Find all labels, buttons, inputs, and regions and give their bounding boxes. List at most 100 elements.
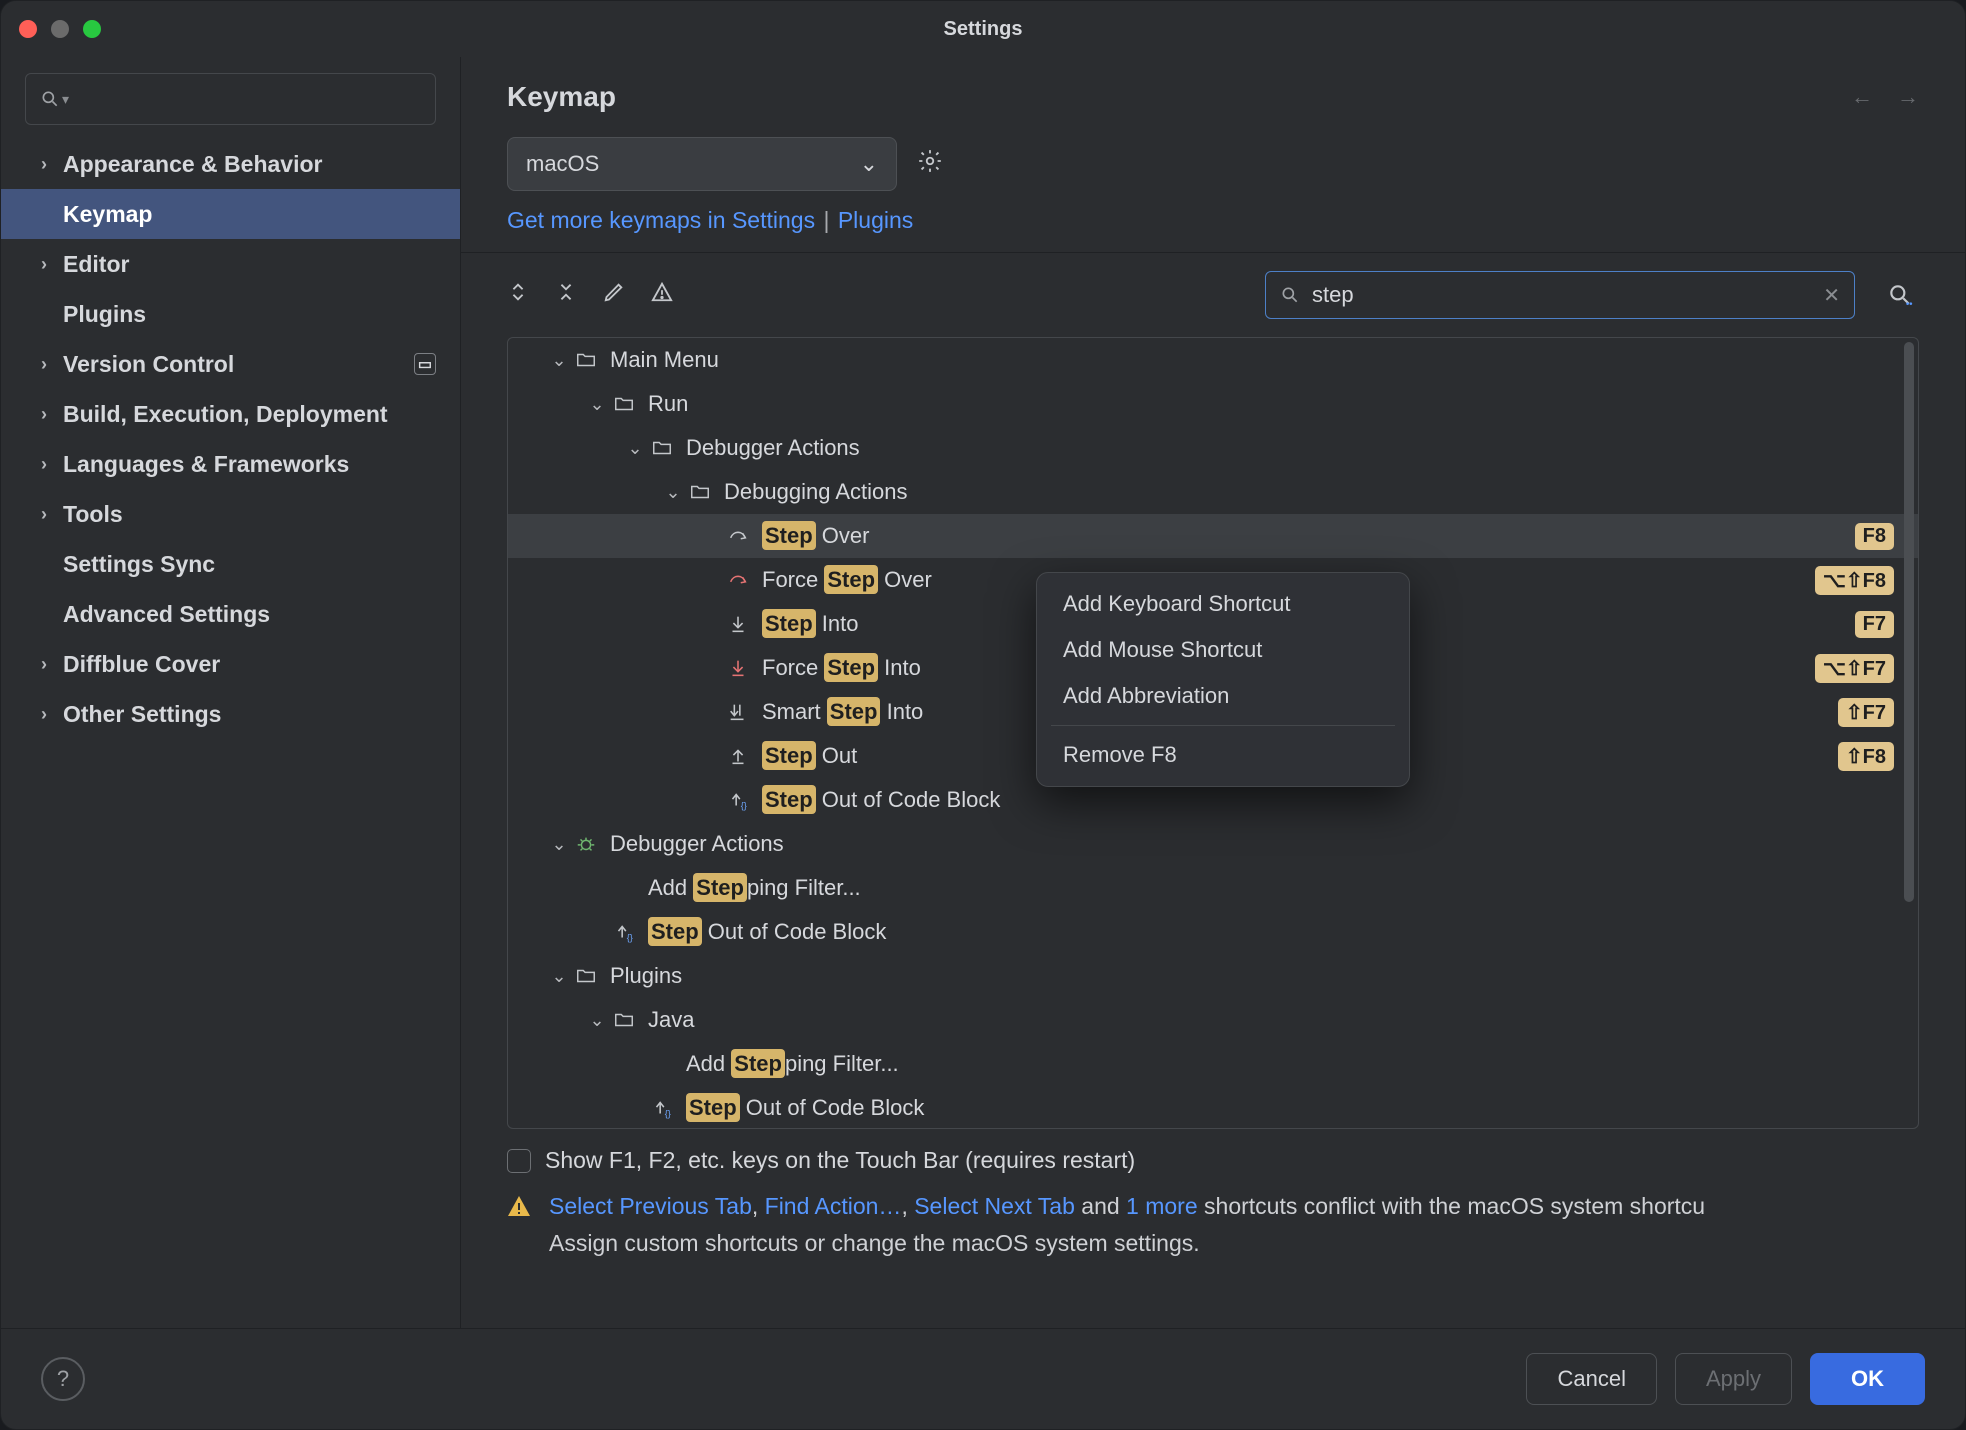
chevron-right-icon: › — [35, 704, 53, 725]
scrollbar-thumb[interactable] — [1904, 342, 1914, 902]
cancel-button[interactable]: Cancel — [1526, 1353, 1656, 1405]
tree-node-label: Main Menu — [610, 347, 719, 373]
chevron-right-icon: › — [35, 354, 53, 375]
context-menu-separator — [1051, 725, 1395, 726]
tree-leaf[interactable]: Add Stepping Filter... — [508, 866, 1918, 910]
conflict-link[interactable]: 1 more — [1126, 1193, 1198, 1219]
sidebar-item-other-settings[interactable]: › Other Settings — [1, 689, 460, 739]
keymap-preset-select[interactable]: macOS ⌄ — [507, 137, 897, 191]
expand-collapse-icon[interactable] — [507, 281, 529, 309]
tree-leaf[interactable]: {} Step Out of Code Block — [508, 910, 1918, 954]
touchbar-checkbox[interactable] — [507, 1149, 531, 1173]
sidebar-item-label: Languages & Frameworks — [63, 451, 349, 478]
action-search-field[interactable] — [1312, 282, 1811, 308]
sidebar-item-appearance-behavior[interactable]: › Appearance & Behavior — [1, 139, 460, 189]
chevron-down-icon: ⌄ — [860, 151, 878, 177]
get-more-settings-link[interactable]: Get more keymaps in Settings — [507, 207, 815, 233]
warning-icon[interactable] — [651, 281, 673, 309]
tree-node-java[interactable]: ⌄ Java — [508, 998, 1918, 1042]
tree-leaf-label: Step Into — [762, 611, 859, 637]
conflict-link[interactable]: Select Next Tab — [914, 1193, 1075, 1219]
sidebar-item-build[interactable]: › Build, Execution, Deployment — [1, 389, 460, 439]
sidebar-item-settings-sync[interactable]: Settings Sync — [1, 539, 460, 589]
svg-text:{}: {} — [627, 932, 633, 942]
conflict-line2: Assign custom shortcuts or change the ma… — [549, 1230, 1200, 1256]
collapse-all-icon[interactable] — [555, 281, 577, 309]
help-button[interactable]: ? — [41, 1357, 85, 1401]
shortcut-context-menu: Add Keyboard Shortcut Add Mouse Shortcut… — [1036, 572, 1410, 787]
folder-icon — [610, 393, 638, 415]
tree-node-label: Debugging Actions — [724, 479, 907, 505]
search-icon — [40, 89, 60, 109]
chevron-down-icon: ⌄ — [584, 394, 610, 415]
keymap-preset-value: macOS — [526, 151, 599, 177]
tree-node-debugger-actions-2[interactable]: ⌄ Debugger Actions — [508, 822, 1918, 866]
ok-button[interactable]: OK — [1810, 1353, 1925, 1405]
sidebar-item-label: Plugins — [63, 301, 146, 328]
context-menu-remove[interactable]: Remove F8 — [1037, 732, 1409, 778]
tree-leaf[interactable]: Step OverF8 — [508, 514, 1918, 558]
gear-icon[interactable] — [917, 148, 943, 180]
get-more-keymaps-link: Get more keymaps in Settings | Plugins — [461, 195, 1965, 253]
touchbar-label: Show F1, F2, etc. keys on the Touch Bar … — [545, 1147, 1135, 1174]
back-button[interactable]: ← — [1851, 84, 1873, 110]
chevron-down-icon: ⌄ — [546, 834, 572, 855]
context-menu-add-abbreviation[interactable]: Add Abbreviation — [1037, 673, 1409, 719]
apply-button[interactable]: Apply — [1675, 1353, 1792, 1405]
chevron-right-icon: › — [35, 254, 53, 275]
svg-text:{}: {} — [741, 800, 747, 810]
tree-node-debugger-actions[interactable]: ⌄ Debugger Actions — [508, 426, 1918, 470]
tree-node-label: Debugger Actions — [610, 831, 784, 857]
tree-leaf[interactable]: Add Stepping Filter... — [508, 1042, 1918, 1086]
warning-icon — [507, 1192, 531, 1229]
tree-leaf-label: Step Over — [762, 523, 869, 549]
sidebar-item-diffblue-cover[interactable]: › Diffblue Cover — [1, 639, 460, 689]
context-menu-add-keyboard[interactable]: Add Keyboard Shortcut — [1037, 581, 1409, 627]
action-search-input[interactable]: ✕ — [1265, 271, 1855, 319]
tree-leaf-label: Step Out of Code Block — [648, 919, 886, 945]
sidebar-item-version-control[interactable]: › Version Control ▭ — [1, 339, 460, 389]
sidebar-item-label: Build, Execution, Deployment — [63, 401, 388, 428]
sidebar-item-advanced-settings[interactable]: Advanced Settings — [1, 589, 460, 639]
sidebar-search-input[interactable]: ▾ — [25, 73, 436, 125]
sidebar-item-label: Tools — [63, 501, 123, 528]
sidebar-item-label: Diffblue Cover — [63, 651, 220, 678]
sidebar-item-keymap[interactable]: Keymap — [1, 189, 460, 239]
clear-search-icon[interactable]: ✕ — [1823, 283, 1840, 308]
forward-button[interactable]: → — [1897, 84, 1919, 110]
close-window-button[interactable] — [19, 20, 37, 38]
sidebar-item-tools[interactable]: › Tools — [1, 489, 460, 539]
find-by-shortcut-icon[interactable] — [1881, 276, 1919, 314]
sidebar-item-languages[interactable]: › Languages & Frameworks — [1, 439, 460, 489]
settings-tree: › Appearance & Behavior Keymap › Editor … — [1, 139, 460, 1328]
edit-icon[interactable] — [603, 281, 625, 309]
zoom-window-button[interactable] — [83, 20, 101, 38]
tree-node-debugging-actions[interactable]: ⌄ Debugging Actions — [508, 470, 1918, 514]
chevron-down-icon: ▾ — [62, 91, 69, 108]
step-over-icon — [724, 525, 752, 547]
minimize-window-button[interactable] — [51, 20, 69, 38]
sidebar-item-plugins[interactable]: Plugins — [1, 289, 460, 339]
conflict-link[interactable]: Find Action… — [765, 1193, 902, 1219]
folder-icon — [686, 481, 714, 503]
tree-node-plugins[interactable]: ⌄ Plugins — [508, 954, 1918, 998]
tree-leaf[interactable]: {}Step Out of Code Block — [508, 1086, 1918, 1128]
tree-node-run[interactable]: ⌄ Run — [508, 382, 1918, 426]
force-step-into-icon — [724, 657, 752, 679]
conflict-link[interactable]: Select Previous Tab — [549, 1193, 752, 1219]
window-title: Settings — [944, 18, 1023, 41]
chevron-down-icon: ⌄ — [584, 1010, 610, 1031]
conflict-warning: Select Previous Tab, Find Action…, Selec… — [461, 1182, 1965, 1284]
tree-node-label: Debugger Actions — [686, 435, 860, 461]
step-out-block-icon: {} — [610, 921, 638, 943]
get-more-plugins-link[interactable]: Plugins — [838, 207, 913, 233]
bug-icon — [572, 833, 600, 855]
sidebar-item-editor[interactable]: › Editor — [1, 239, 460, 289]
sidebar-item-label: Other Settings — [63, 701, 221, 728]
tree-node-label: Plugins — [610, 963, 682, 989]
smart-step-into-icon — [724, 701, 752, 723]
tree-node-main-menu[interactable]: ⌄ Main Menu — [508, 338, 1918, 382]
tree-leaf-label: Add Stepping Filter... — [648, 875, 861, 901]
sidebar-item-label: Appearance & Behavior — [63, 151, 322, 178]
context-menu-add-mouse[interactable]: Add Mouse Shortcut — [1037, 627, 1409, 673]
